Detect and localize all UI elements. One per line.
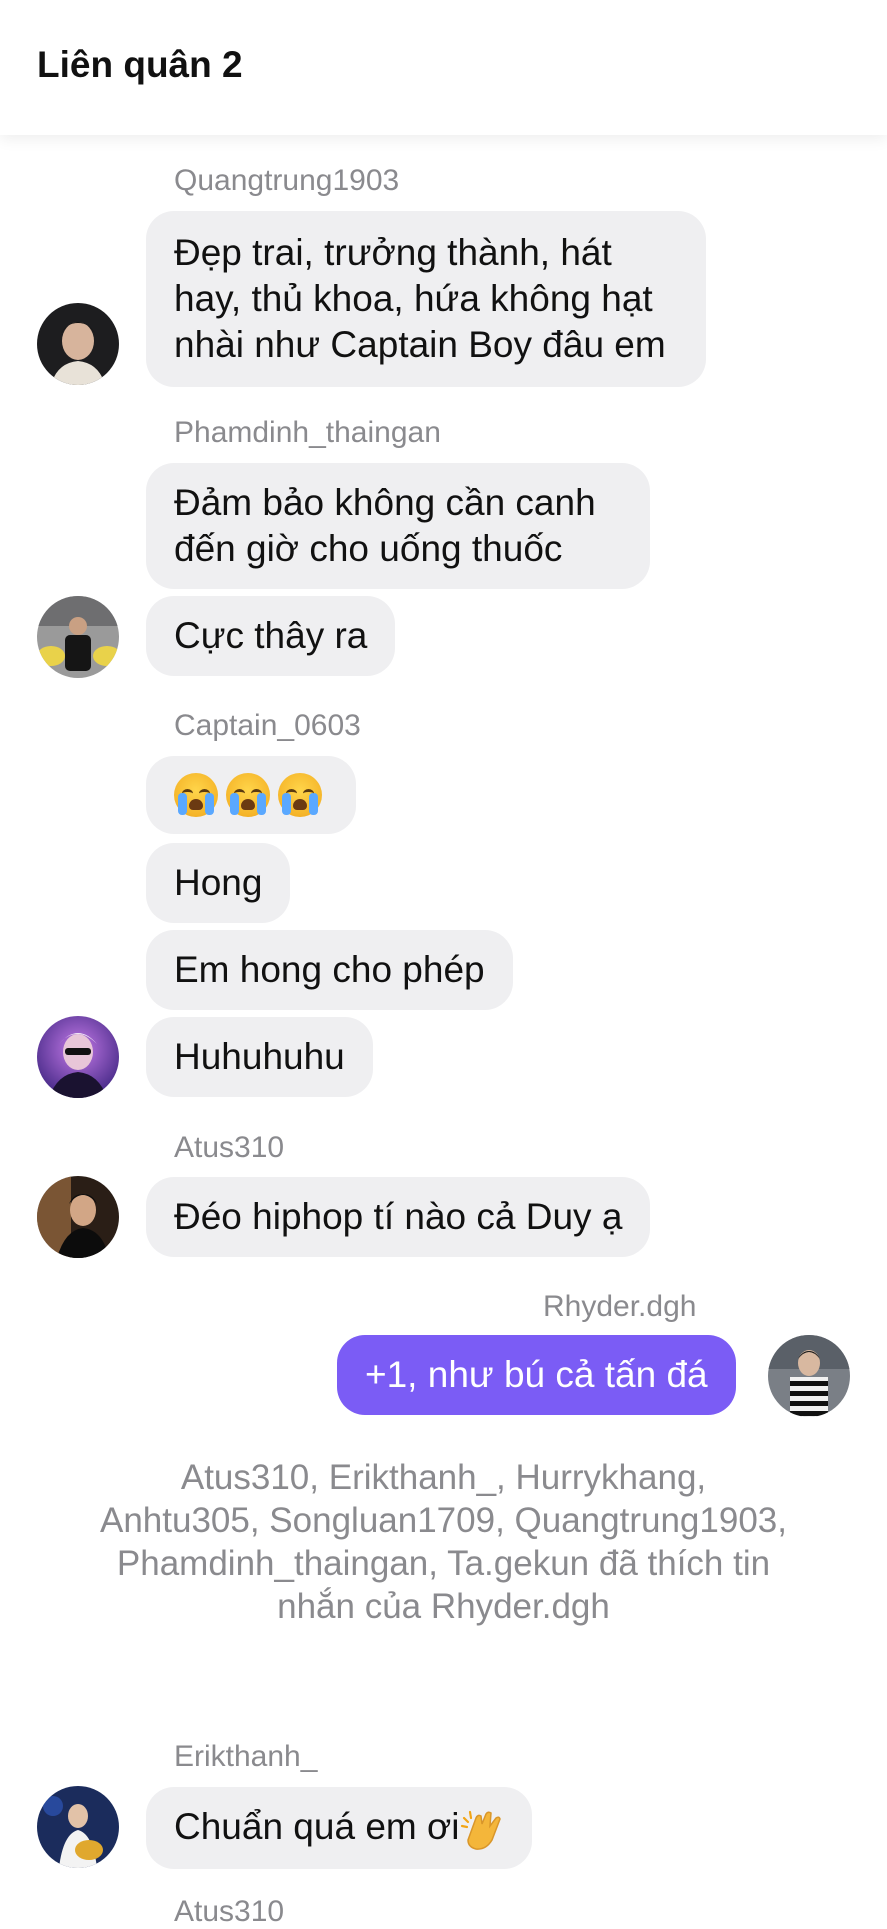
avatar-atus[interactable] bbox=[37, 1176, 119, 1258]
message-bubble[interactable]: Huhuhuhu bbox=[146, 1017, 373, 1097]
message-bubble[interactable]: Đảm bảo không cần canh đến giờ cho uống … bbox=[146, 463, 650, 589]
avatar-quangtrung[interactable] bbox=[37, 303, 119, 385]
likes-notice: Atus310, Erikthanh_, Hurrykhang, Anhtu30… bbox=[100, 1458, 787, 1626]
sender-name: Phamdinh_thaingan bbox=[174, 416, 441, 449]
message-line: hay, thủ khoa, hứa không hạt bbox=[174, 278, 653, 319]
sender-name: Captain_0603 bbox=[174, 709, 361, 742]
sender-name: Quangtrung1903 bbox=[174, 164, 400, 197]
emoji-row bbox=[174, 773, 328, 817]
sender-name: Rhyder.dgh bbox=[543, 1290, 697, 1323]
crying-face-icon bbox=[226, 773, 270, 817]
message-line: Đẹp trai, trưởng thành, hát bbox=[174, 232, 612, 273]
message-text: Chuẩn quá em ơi bbox=[174, 1806, 460, 1847]
sender-name: Erikthanh_ bbox=[174, 1740, 318, 1773]
message-bubble[interactable]: Chuẩn quá em ơi bbox=[146, 1787, 532, 1870]
message-bubble[interactable]: Đéo hiphop tí nào cả Duy ạ bbox=[146, 1177, 651, 1257]
message-bubble[interactable]: Cực thây ra bbox=[146, 596, 396, 676]
message-bubble[interactable]: Đẹp trai, trưởng thành, hát hay, thủ kho… bbox=[146, 211, 706, 387]
message-bubble[interactable]: Em hong cho phép bbox=[146, 930, 513, 1010]
message-line: Đảm bảo không cần canh bbox=[174, 482, 596, 523]
clapping-hands-icon bbox=[460, 1806, 504, 1852]
sender-name: Atus310 bbox=[174, 1895, 285, 1928]
avatar-erik[interactable] bbox=[37, 1786, 119, 1868]
crying-face-icon bbox=[174, 773, 218, 817]
message-line: đến giờ cho uống thuốc bbox=[174, 528, 563, 569]
avatar-captain[interactable] bbox=[37, 1016, 119, 1098]
avatar-rhyder[interactable] bbox=[768, 1335, 850, 1417]
chat-header: Liên quân 2 bbox=[0, 0, 887, 135]
message-line: nhài như Captain Boy đâu em bbox=[174, 324, 666, 365]
avatar-phamdinh[interactable] bbox=[37, 596, 119, 678]
sender-name: Atus310 bbox=[174, 1131, 285, 1164]
message-bubble[interactable] bbox=[146, 756, 356, 834]
message-bubble[interactable]: Hong bbox=[146, 843, 291, 923]
crying-face-icon bbox=[278, 773, 322, 817]
message-bubble-self[interactable]: +1, như bú cả tấn đá bbox=[337, 1335, 736, 1415]
chat-title: Liên quân 2 bbox=[37, 44, 243, 85]
